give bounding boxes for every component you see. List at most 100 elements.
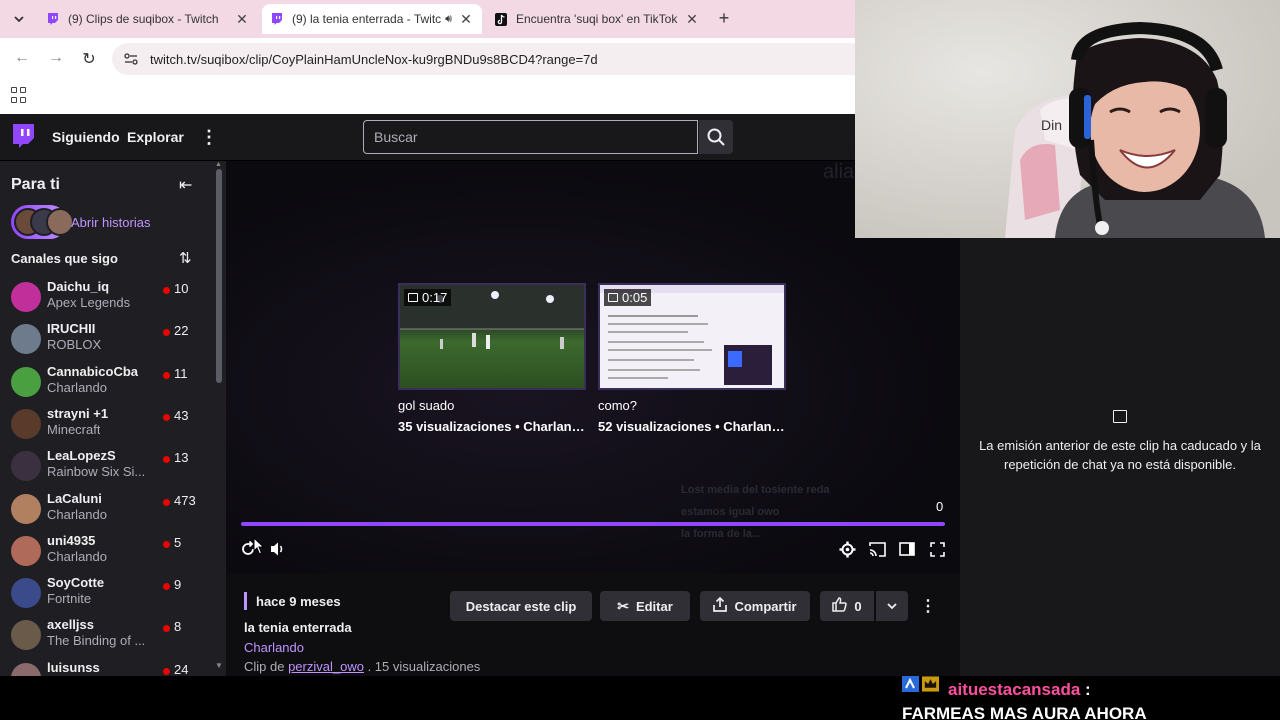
- tab-title: Encuentra 'suqi box' en TikTok | Bus: [516, 12, 678, 26]
- viewer-count: 5: [174, 534, 182, 550]
- side-nav: Para ti ⇤ Abrir historias Canales que si…: [0, 161, 226, 676]
- following-link[interactable]: Siguiendo: [52, 129, 120, 145]
- sidebar-channel[interactable]: LeaLopezS Rainbow Six Si... 13: [0, 445, 210, 487]
- channel-category: Fortnite: [47, 591, 92, 607]
- live-indicator-icon: [163, 540, 170, 548]
- twitch-logo-icon[interactable]: [11, 124, 35, 150]
- clapperboard-icon: [1113, 410, 1127, 423]
- edit-button[interactable]: ✂ Editar: [600, 591, 690, 621]
- avatar: [11, 493, 41, 524]
- apps-grid-icon[interactable]: [11, 87, 27, 103]
- viewer-count: 43: [174, 407, 189, 423]
- live-indicator-icon: [163, 667, 170, 675]
- like-count: 0: [854, 598, 862, 614]
- live-indicator-icon: [163, 287, 170, 294]
- reload-icon[interactable]: ↻: [79, 49, 99, 69]
- button-label: Compartir: [734, 598, 797, 614]
- chat-panel: La emisión anterior de este clip ha cadu…: [960, 238, 1280, 676]
- clip-player[interactable]: alia Lost media del tosiente reda estamo…: [226, 161, 960, 573]
- avatar: [11, 324, 41, 355]
- tab-search-button[interactable]: [8, 8, 30, 30]
- cast-button[interactable]: [867, 539, 887, 559]
- clip-title[interactable]: gol suado: [398, 398, 586, 413]
- clip-title: la tenia enterrada: [244, 620, 352, 635]
- clip-thumbnail[interactable]: 0:17: [398, 283, 586, 390]
- address-row: ← → ↻ twitch.tv/suqibox/clip/CoyPlainHam…: [0, 38, 855, 80]
- sort-icon[interactable]: ⇅: [179, 249, 192, 267]
- audio-playing-icon[interactable]: 🔊︎: [445, 13, 452, 26]
- sidebar-channel[interactable]: uni4935 Charlando 5: [0, 530, 210, 572]
- chevron-down-icon: [887, 602, 897, 609]
- channel-category: Apex Legends: [47, 295, 131, 310]
- explore-link[interactable]: Explorar: [127, 129, 184, 145]
- fullscreen-icon: [929, 541, 945, 557]
- sidebar-channel[interactable]: axelljss The Binding of ... 8: [0, 614, 210, 656]
- channel-category: Charlando: [47, 548, 107, 564]
- avatar: [11, 366, 41, 397]
- collapse-sidebar-icon[interactable]: ⇤: [179, 175, 192, 195]
- search-input[interactable]: Buscar: [363, 120, 698, 154]
- screen: (9) Clips de suqibox - Twitch ✕ (9) la t…: [0, 0, 1280, 720]
- sidebar-channel[interactable]: strayni +1 Minecraft 43: [0, 403, 210, 445]
- close-tab-icon[interactable]: ✕: [234, 11, 250, 28]
- avatar: [11, 408, 41, 439]
- sidebar-channel[interactable]: LaCaluni Charlando 473: [0, 488, 210, 530]
- sidebar-channel[interactable]: Daichu_iq Apex Legends 10: [0, 276, 210, 318]
- back-arrow-icon[interactable]: ←: [12, 49, 32, 67]
- webcam-overlay: Din: [855, 0, 1280, 238]
- recommended-clip[interactable]: 0:05 como? 52 visualizaciones • Charland…: [598, 283, 786, 434]
- stories-button[interactable]: Abrir historias: [11, 205, 150, 239]
- tab-title: (9) la tenia enterrada - Twitch: [292, 12, 442, 26]
- sidebar-channel[interactable]: luisunss 24: [0, 657, 210, 676]
- scrollbar-thumb[interactable]: [216, 169, 222, 383]
- close-tab-icon[interactable]: ✕: [684, 11, 700, 28]
- like-button[interactable]: 0: [820, 591, 874, 621]
- scroll-down-icon[interactable]: ▼: [215, 661, 223, 670]
- twitch-top-nav: Siguiendo Explorar ⋮ Buscar: [0, 114, 960, 161]
- channel-name: LeaLopezS: [47, 448, 116, 464]
- forward-arrow-icon[interactable]: →: [46, 49, 66, 67]
- more-options-icon[interactable]: ⋮: [200, 127, 218, 148]
- channel-name: IRUCHII: [47, 321, 96, 337]
- category-link[interactable]: Charlando: [244, 640, 304, 655]
- player-counter: 0: [936, 499, 944, 514]
- button-label: Editar: [635, 598, 673, 614]
- channel-name: axelljss: [47, 617, 94, 633]
- gear-icon: [839, 541, 855, 557]
- channel-name: Daichu_iq: [47, 279, 110, 294]
- twitch-favicon-icon: [270, 12, 284, 26]
- faded-chat-line: estamos igual owo: [681, 506, 780, 518]
- tab-tiktok[interactable]: Encuentra 'suqi box' en TikTok | Bus ✕: [486, 4, 708, 34]
- volume-button[interactable]: [268, 539, 288, 559]
- sidebar-channel[interactable]: IRUCHII ROBLOX 22: [0, 318, 210, 360]
- close-tab-icon[interactable]: ✕: [458, 11, 474, 28]
- address-bar[interactable]: twitch.tv/suqibox/clip/CoyPlainHamUncleN…: [112, 43, 855, 75]
- recommended-clip[interactable]: 0:17 gol suado 35 visualizaciones • Char…: [398, 283, 586, 434]
- viewer-count: 22: [174, 323, 189, 339]
- tab-current-clip[interactable]: (9) la tenia enterrada - Twitch 🔊︎ ✕: [262, 4, 482, 34]
- clip-thumbnail[interactable]: 0:05: [598, 283, 786, 390]
- twitch-favicon-icon: [46, 12, 60, 26]
- clip-title[interactable]: como?: [598, 398, 786, 413]
- clip-author-link[interactable]: perzival_owo: [288, 659, 364, 674]
- search-button[interactable]: [699, 120, 733, 154]
- sidebar-scrollbar[interactable]: ▲ ▼: [215, 161, 223, 676]
- share-button[interactable]: Compartir: [700, 591, 810, 621]
- sidebar-channel[interactable]: SoyCotte Fortnite 9: [0, 572, 210, 614]
- new-tab-button[interactable]: +: [714, 8, 734, 29]
- player-background: [226, 161, 960, 573]
- channel-name: uni4935: [47, 532, 96, 548]
- fullscreen-button[interactable]: [927, 539, 947, 559]
- site-settings-icon[interactable]: [124, 53, 138, 65]
- like-menu-button[interactable]: [876, 591, 908, 621]
- feature-clip-button[interactable]: Destacar este clip: [450, 591, 592, 621]
- subscriber-badge-icon: [902, 676, 919, 692]
- tab-clips[interactable]: (9) Clips de suqibox - Twitch ✕: [38, 4, 258, 34]
- sidebar-channel[interactable]: CannabicoCba Charlando 11: [0, 361, 210, 403]
- seek-bar[interactable]: [241, 522, 945, 526]
- theatre-mode-button[interactable]: [897, 539, 917, 559]
- scroll-up-icon[interactable]: ▲: [215, 161, 222, 168]
- more-options-icon[interactable]: ⋮: [920, 596, 936, 616]
- settings-button[interactable]: [837, 539, 857, 559]
- scissors-icon: ✂: [617, 597, 629, 614]
